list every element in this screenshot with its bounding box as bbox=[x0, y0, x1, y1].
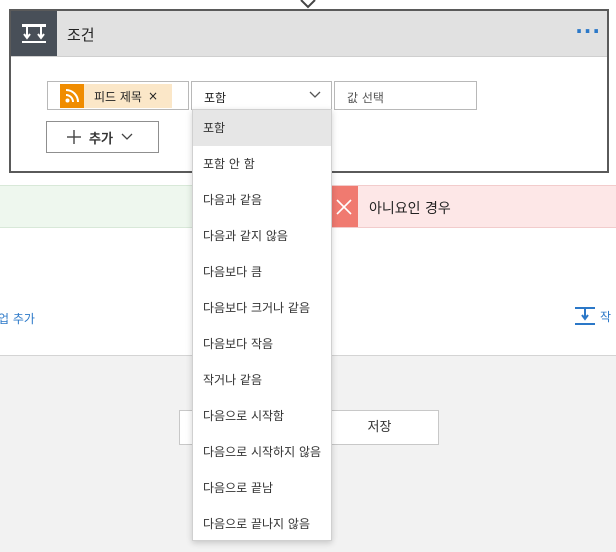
no-branch-label: 아니요인 경우 bbox=[369, 201, 451, 217]
close-icon bbox=[330, 186, 358, 227]
dropdown-item[interactable]: 다음으로 끝나지 않음 bbox=[193, 506, 331, 542]
value-placeholder: 값 선택 bbox=[347, 91, 384, 105]
dropdown-item[interactable]: 다음으로 시작함 bbox=[193, 398, 331, 434]
chevron-down-icon bbox=[121, 133, 133, 140]
dropdown-item[interactable]: 다음으로 시작하지 않음 bbox=[193, 434, 331, 470]
operator-dropdown: 포함 포함 안 함 다음과 같음 다음과 같지 않음 다음보다 큼 다음보다 크… bbox=[192, 109, 332, 541]
dropdown-item[interactable]: 다음보다 큼 bbox=[193, 254, 331, 290]
condition-header[interactable]: 조건 ··· bbox=[11, 11, 607, 57]
condition-icon bbox=[575, 307, 595, 325]
more-options-button[interactable]: ··· bbox=[575, 19, 601, 43]
no-branch-header: 아니요인 경우 bbox=[330, 185, 616, 228]
dropdown-item[interactable]: 다음과 같지 않음 bbox=[193, 218, 331, 254]
operator-select[interactable]: 포함 bbox=[191, 81, 332, 110]
add-condition-label: 작 bbox=[600, 309, 612, 324]
value-input[interactable]: 값 선택 bbox=[334, 81, 477, 110]
save-button[interactable]: 저장 bbox=[320, 410, 439, 445]
add-action-link[interactable]: 작업 추가 bbox=[0, 310, 35, 327]
dropdown-item[interactable]: 다음으로 끝남 bbox=[193, 470, 331, 506]
condition-title: 조건 bbox=[67, 26, 95, 44]
add-condition-link[interactable]: 작 bbox=[574, 306, 611, 326]
token-remove-button[interactable]: × bbox=[148, 89, 158, 103]
chevron-down-icon bbox=[309, 91, 321, 98]
dropdown-item[interactable]: 포함 안 함 bbox=[193, 146, 331, 182]
condition-left-operand[interactable]: 피드 제목 × bbox=[47, 81, 189, 110]
add-button-label: 추가 bbox=[89, 131, 113, 147]
plus-icon bbox=[67, 130, 81, 144]
add-button[interactable]: 추가 bbox=[46, 121, 159, 153]
rss-icon bbox=[60, 84, 84, 108]
dropdown-item[interactable]: 다음보다 작음 bbox=[193, 326, 331, 362]
dropdown-item[interactable]: 포함 bbox=[193, 110, 331, 146]
operator-value: 포함 bbox=[204, 91, 227, 105]
dropdown-item[interactable]: 작거나 같음 bbox=[193, 362, 331, 398]
feed-title-token[interactable]: 피드 제목 × bbox=[60, 84, 172, 108]
condition-icon bbox=[11, 11, 57, 56]
token-label: 피드 제목 bbox=[94, 89, 142, 104]
dropdown-item[interactable]: 다음과 같음 bbox=[193, 182, 331, 218]
dropdown-item[interactable]: 다음보다 크거나 같음 bbox=[193, 290, 331, 326]
